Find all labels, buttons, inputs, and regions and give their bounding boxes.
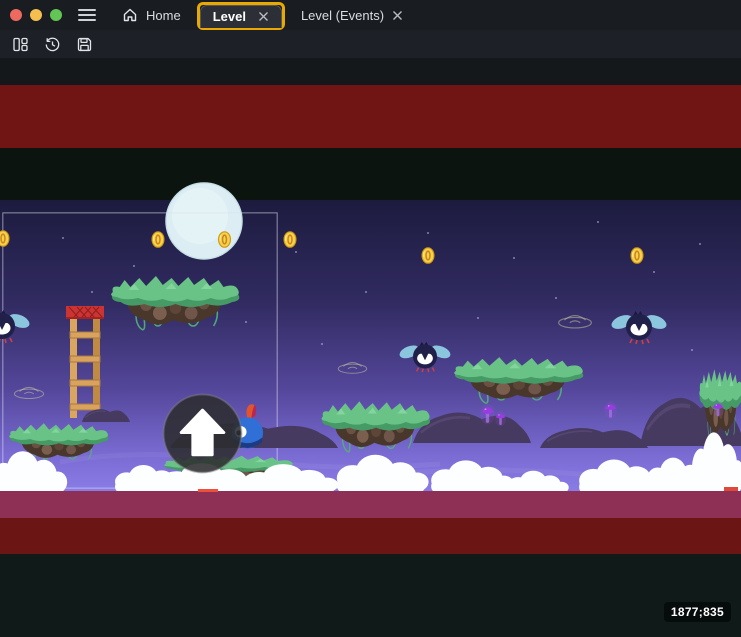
night-sky [0,200,741,492]
glow-mushroom[interactable] [712,401,724,417]
tab-level[interactable]: Level [200,5,282,28]
minimize-window-button[interactable] [30,9,42,21]
window-controls [10,9,62,21]
scene-render [0,58,741,637]
close-icon[interactable] [392,10,403,21]
moon[interactable] [166,183,242,259]
tab-level-label: Level [213,9,246,24]
dark-strip [0,148,741,200]
coin[interactable] [219,232,231,247]
glow-mushroom[interactable] [495,411,506,426]
red-ground-strip-top[interactable] [0,85,741,148]
coin[interactable] [284,232,296,247]
scene-canvas[interactable]: 1877;835 [0,58,741,637]
glow-mushroom[interactable] [480,404,495,424]
tab-home[interactable]: Home [110,0,193,30]
tutorial-highlight-box: Level [197,2,285,30]
coin[interactable] [0,231,9,246]
coin[interactable] [631,248,643,263]
tab-strip: Home Level Level (Events) [110,0,415,30]
lava-mark[interactable] [198,489,218,492]
glow-mushroom[interactable] [604,401,617,419]
touch-up-arrow-control[interactable] [164,395,242,473]
home-icon [122,7,138,23]
save-icon[interactable] [76,36,93,53]
project-manager-icon[interactable] [12,36,29,53]
coin[interactable] [152,232,164,247]
close-window-button[interactable] [10,9,22,21]
ground-strip-pink[interactable] [0,491,741,518]
close-icon[interactable] [258,11,269,22]
tab-home-label: Home [146,8,181,23]
toolbar: Preview Share [0,30,741,58]
toolbar-left-group [12,36,93,53]
title-bar: Home Level Level (Events) [0,0,741,30]
tab-level-events-label: Level (Events) [301,8,384,23]
editor-gap-strip [0,58,741,85]
ground-strip-dark-red[interactable] [0,518,741,554]
lava-mark[interactable] [724,487,738,491]
gdevelop-window: Home Level Level (Events) [0,0,741,637]
tab-level-events[interactable]: Level (Events) [289,0,415,30]
coin[interactable] [422,248,434,263]
maximize-window-button[interactable] [50,9,62,21]
version-history-icon[interactable] [44,36,61,53]
cursor-coordinates: 1877;835 [664,602,731,622]
menu-icon[interactable] [78,9,96,21]
